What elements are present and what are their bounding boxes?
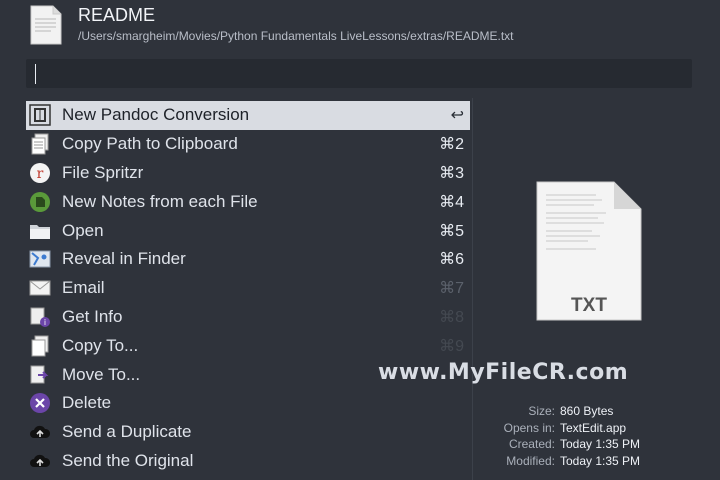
action-list: New Pandoc Conversion ↩ Copy Path to Cli… [26, 101, 470, 475]
action-new-pandoc-conversion[interactable]: New Pandoc Conversion ↩ [26, 101, 470, 130]
shortcut-label: ⌘8 [439, 308, 464, 326]
svg-text:r: r [37, 166, 44, 182]
spritzr-icon: r [29, 162, 51, 184]
return-shortcut: ↩ [450, 107, 464, 125]
shortcut-label: ⌘5 [439, 222, 464, 240]
action-copy-to[interactable]: Copy To... ⌘9 [26, 331, 470, 360]
created-key: Created: [508, 437, 555, 451]
shortcut-label: ⌘6 [439, 251, 464, 269]
size-key: Size: [528, 404, 555, 418]
finder-icon [29, 248, 51, 270]
txt-file-preview-icon: TXT [536, 181, 642, 321]
header: README /Users/smargheim/Movies/Python Fu… [0, 0, 720, 58]
file-metadata: Size: 860 Bytes Opens in: TextEdit.app Cre… [470, 404, 720, 470]
cloud-upload-icon [29, 450, 51, 472]
action-send-duplicate[interactable]: Send a Duplicate [26, 418, 470, 447]
move-icon [29, 364, 51, 386]
opens-in-value: TextEdit.app [560, 420, 627, 435]
action-label: Copy Path to Clipboard [62, 134, 238, 154]
shortcut-label: ⌘7 [439, 280, 464, 298]
clipboard-icon [29, 133, 51, 155]
action-open[interactable]: Open ⌘5 [26, 216, 470, 245]
folder-icon [29, 220, 51, 242]
action-label: Reveal in Finder [62, 249, 186, 269]
shortcut-label: ⌘9 [439, 337, 464, 355]
action-label: Copy To... [62, 335, 139, 355]
action-label: File Spritzr [62, 162, 144, 182]
action-label: Email [62, 278, 105, 298]
pandoc-icon [29, 104, 51, 127]
file-path: /Users/smargheim/Movies/Python Fundament… [78, 29, 514, 43]
action-copy-path[interactable]: Copy Path to Clipboard ⌘2 [26, 130, 470, 159]
svg-text:i: i [44, 318, 46, 327]
opens-in-key: Opens in: [503, 420, 555, 435]
action-email[interactable]: Email ⌘7 [26, 274, 470, 303]
action-label: Send the Original [62, 450, 194, 470]
envelope-icon [29, 277, 51, 299]
watermark: www.MyFileCR.com [378, 360, 629, 385]
modified-key: Modified: [506, 453, 555, 468]
evernote-icon [29, 191, 51, 213]
action-delete[interactable]: Delete [26, 389, 470, 418]
action-label: Move To... [62, 364, 141, 384]
action-get-info[interactable]: i Get Info ⌘8 [26, 303, 470, 332]
modified-value: Today 1:35 PM [560, 453, 641, 468]
alfred-file-actions-window: README /Users/smargheim/Movies/Python Fu… [0, 0, 720, 480]
document-icon [30, 5, 62, 45]
action-label: Send a Duplicate [62, 422, 192, 442]
action-reveal-in-finder[interactable]: Reveal in Finder ⌘6 [26, 245, 470, 274]
created-value: Today 1:35 PM [560, 437, 641, 451]
shortcut-label: ⌘4 [439, 193, 464, 211]
action-file-spritzr[interactable]: r File Spritzr ⌘3 [26, 159, 470, 188]
file-type-label: TXT [571, 295, 607, 316]
copy-icon [29, 335, 51, 357]
delete-icon [29, 392, 51, 414]
shortcut-label: ⌘2 [439, 136, 464, 154]
action-label: Open [62, 220, 104, 240]
shortcut-label: ⌘3 [439, 164, 464, 182]
search-input[interactable] [26, 59, 692, 88]
action-label: Get Info [62, 306, 123, 326]
action-new-notes[interactable]: New Notes from each File ⌘4 [26, 187, 470, 216]
action-label: Delete [62, 393, 112, 413]
action-send-original[interactable]: Send the Original [26, 447, 470, 476]
action-label: New Pandoc Conversion [62, 105, 250, 125]
size-value: 860 Bytes [560, 404, 614, 418]
text-caret [35, 64, 36, 84]
file-title: README [78, 5, 156, 25]
action-label: New Notes from each File [62, 191, 258, 211]
info-icon: i [29, 306, 51, 328]
cloud-upload-icon [29, 421, 51, 443]
